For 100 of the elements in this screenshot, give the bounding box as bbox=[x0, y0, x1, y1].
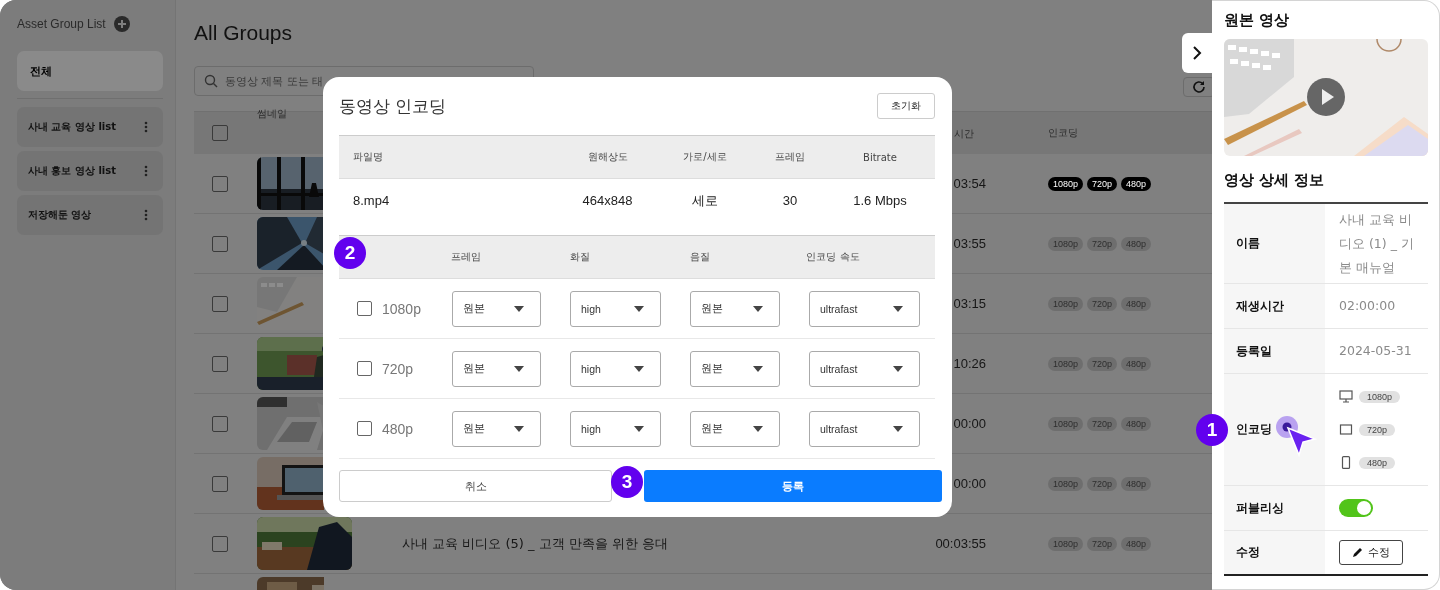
field-value: 02:00:00 bbox=[1339, 297, 1397, 315]
field-label: 등록일 bbox=[1236, 342, 1272, 360]
chevron-right-icon bbox=[1192, 46, 1202, 60]
resolution-tag: 480p bbox=[1121, 476, 1152, 491]
duration-text: 03:15 bbox=[953, 296, 986, 311]
dropdown[interactable]: 원본 bbox=[452, 410, 541, 447]
checkbox[interactable] bbox=[212, 355, 228, 372]
checkbox[interactable] bbox=[212, 125, 228, 141]
more-icon[interactable] bbox=[144, 165, 148, 177]
checkbox[interactable] bbox=[212, 475, 228, 492]
sidebar-item[interactable]: 전체 bbox=[17, 51, 163, 91]
sidebar-item[interactable]: 저장해둔 영상 bbox=[17, 195, 163, 235]
resolution-tag: 480p bbox=[1359, 456, 1396, 469]
dropdown[interactable]: 원본 bbox=[690, 350, 780, 387]
search-field[interactable]: 동영상 제목 또는 태 bbox=[194, 66, 534, 96]
caret-icon bbox=[893, 305, 903, 312]
field-label: 퍼블리싱 bbox=[1236, 499, 1284, 517]
checkbox[interactable] bbox=[357, 361, 372, 376]
dropdown[interactable]: ultrafast bbox=[809, 350, 920, 387]
edit-button[interactable]: 수정 bbox=[1339, 540, 1403, 565]
column-header: 화질 bbox=[570, 250, 590, 262]
dropdown[interactable]: 원본 bbox=[452, 290, 541, 327]
video-title: 사내 교육 비디오 (5) _ 고객 만족을 위한 응대 bbox=[402, 535, 668, 551]
phone-icon bbox=[1339, 456, 1353, 469]
resolution-tag: 1080p bbox=[1048, 416, 1084, 431]
caret-icon bbox=[514, 305, 524, 312]
duration-text: 03:54 bbox=[953, 176, 986, 191]
table-cell: 30 bbox=[782, 193, 798, 208]
duration-text: 10:26 bbox=[953, 356, 986, 371]
expand-panel-button[interactable] bbox=[1182, 33, 1212, 73]
field-label: 인코딩 bbox=[1236, 421, 1272, 438]
sidebar-item[interactable]: 사내 교육 영상 list bbox=[17, 107, 163, 147]
column-header: 가로/세로 bbox=[683, 151, 727, 162]
dropdown[interactable]: high bbox=[570, 350, 661, 387]
cancel-button[interactable]: 취소 bbox=[339, 470, 612, 502]
table-cell: 1.6 Mbps bbox=[853, 193, 907, 208]
resolution-tag: 1080p bbox=[1048, 356, 1084, 371]
table-cell: 464x848 bbox=[582, 193, 633, 208]
checkbox[interactable] bbox=[212, 295, 228, 312]
dropdown[interactable]: high bbox=[570, 290, 661, 327]
reset-button[interactable]: 초기화 bbox=[877, 93, 935, 119]
column-header: 인코딩 bbox=[1048, 126, 1078, 140]
column-header: 프레임 bbox=[775, 151, 805, 162]
table-cell: 세로 bbox=[692, 192, 718, 208]
caret-icon bbox=[514, 425, 524, 432]
more-icon[interactable] bbox=[144, 121, 148, 133]
resolution-tag: 480p bbox=[1121, 536, 1152, 551]
dropdown[interactable]: 원본 bbox=[690, 410, 780, 447]
checkbox[interactable] bbox=[212, 415, 228, 432]
resolution-tag: 480p bbox=[1121, 236, 1152, 251]
add-icon[interactable] bbox=[113, 16, 130, 32]
checkbox[interactable] bbox=[357, 421, 372, 436]
column-header: 원해상도 bbox=[587, 151, 628, 162]
caret-icon bbox=[514, 365, 524, 372]
register-button[interactable]: 등록 bbox=[644, 470, 942, 502]
dropdown[interactable]: ultrafast bbox=[809, 290, 920, 327]
resolution-tag: 1080p bbox=[1359, 390, 1401, 403]
checkbox[interactable] bbox=[212, 175, 228, 192]
dropdown[interactable]: ultrafast bbox=[809, 410, 920, 447]
resolution-label: 720p bbox=[382, 360, 414, 377]
resolution-tag: 480p bbox=[1121, 176, 1152, 191]
page-title: All Groups bbox=[194, 20, 294, 46]
resolution-tag: 480p bbox=[1121, 296, 1152, 311]
caret-icon bbox=[634, 365, 644, 372]
resolution-tag: 1080p bbox=[1048, 536, 1084, 551]
column-header: 프레임 bbox=[451, 250, 481, 262]
column-header: Bitrate bbox=[863, 151, 897, 163]
pencil-icon bbox=[1352, 547, 1363, 558]
resolution-tag: 480p bbox=[1121, 416, 1152, 431]
section-title: 영상 상세 정보 bbox=[1224, 170, 1326, 191]
column-header: 파일명 bbox=[353, 151, 383, 162]
caret-icon bbox=[634, 305, 644, 312]
search-icon bbox=[204, 74, 218, 88]
caret-icon bbox=[893, 425, 903, 432]
field-value: 2024-05-31 bbox=[1339, 342, 1413, 360]
caret-icon bbox=[753, 425, 763, 432]
refresh-icon bbox=[1192, 80, 1206, 94]
tablet-icon bbox=[1339, 423, 1353, 436]
dropdown[interactable]: 원본 bbox=[452, 350, 541, 387]
dropdown[interactable]: 원본 bbox=[690, 290, 780, 327]
dropdown[interactable]: high bbox=[570, 410, 661, 447]
column-header: 음질 bbox=[690, 250, 710, 262]
pointer-drawing bbox=[1275, 415, 1319, 459]
checkbox[interactable] bbox=[212, 535, 228, 552]
table-cell: 8.mp4 bbox=[353, 193, 390, 208]
column-header: 시간 bbox=[954, 128, 974, 139]
duration-text: 03:55 bbox=[953, 236, 986, 251]
toggle-switch[interactable] bbox=[1339, 499, 1373, 517]
sidebar-title: Asset Group List bbox=[17, 17, 106, 31]
resolution-tag: 480p bbox=[1121, 356, 1152, 371]
checkbox[interactable] bbox=[357, 301, 372, 316]
checkbox[interactable] bbox=[212, 235, 228, 252]
resolution-tag: 720p bbox=[1359, 423, 1396, 436]
more-icon[interactable] bbox=[144, 209, 148, 221]
duration-text: 00:00 bbox=[953, 416, 986, 431]
play-button[interactable] bbox=[1307, 78, 1345, 116]
resolution-tag: 1080p bbox=[1048, 236, 1084, 251]
refresh-button[interactable] bbox=[1183, 77, 1212, 97]
resolution-label: 1080p bbox=[382, 300, 421, 317]
sidebar-item[interactable]: 사내 홍보 영상 list bbox=[17, 151, 163, 191]
